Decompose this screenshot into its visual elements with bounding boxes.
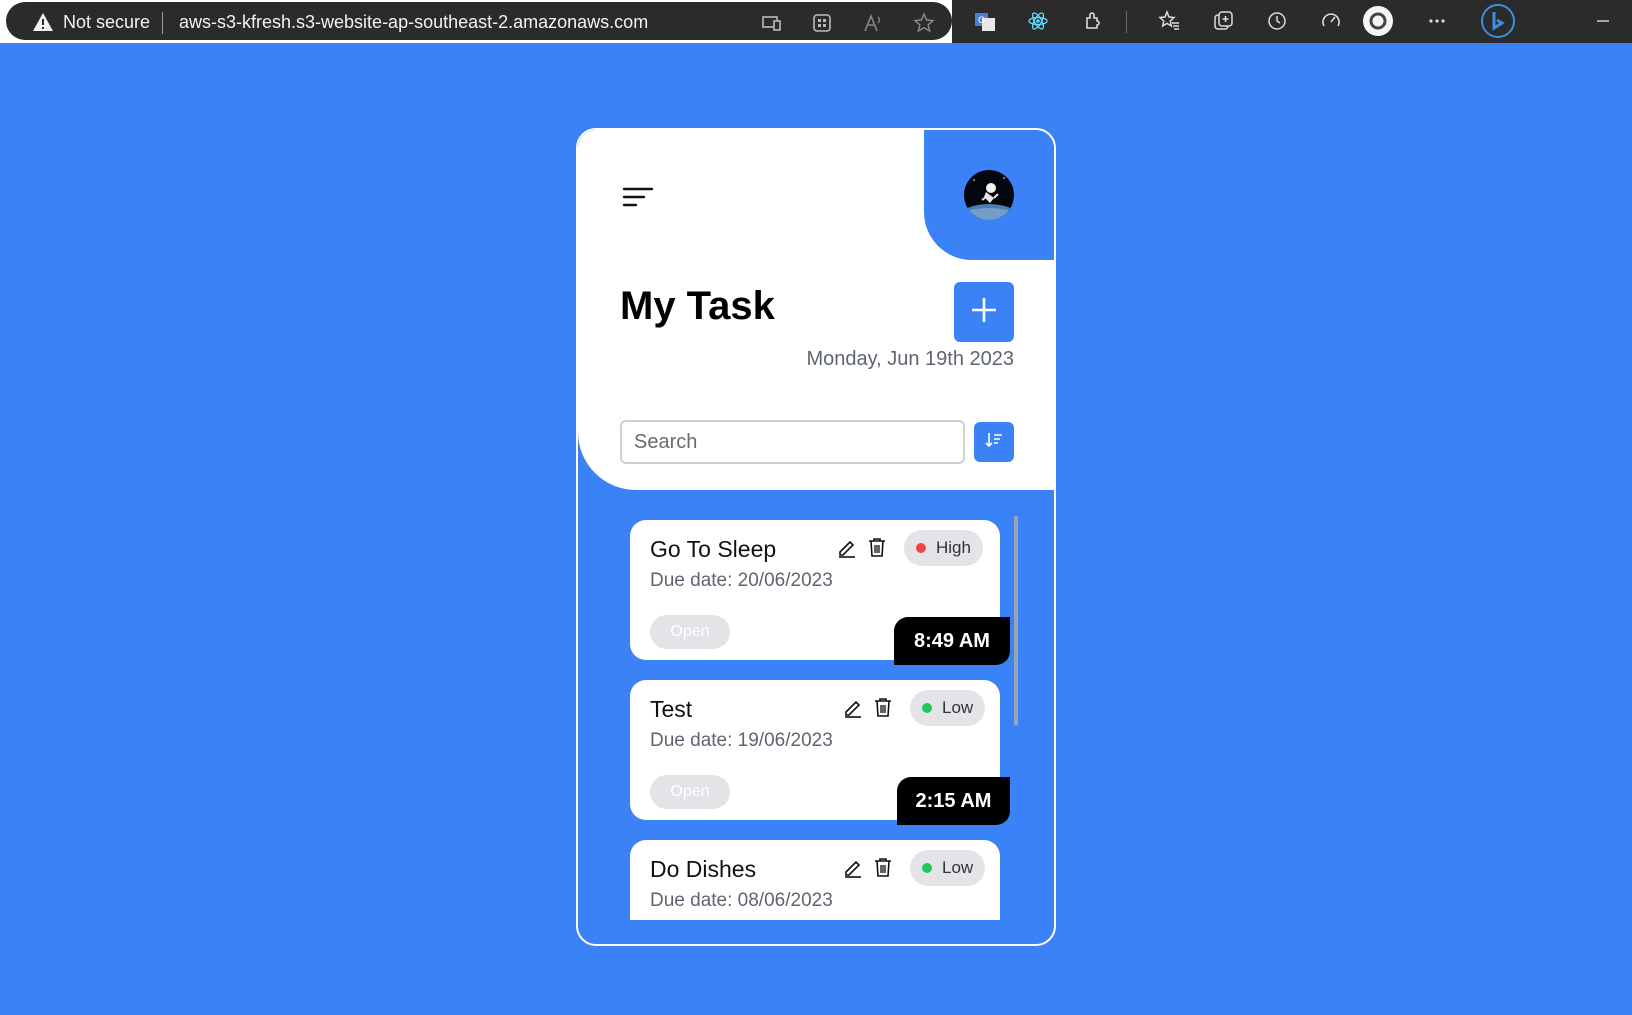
app-available-icon[interactable] [760, 12, 782, 34]
performance-icon[interactable] [1320, 10, 1342, 32]
bing-icon[interactable] [1480, 3, 1516, 39]
current-date: Monday, Jun 19th 2023 [806, 348, 1014, 370]
favorite-star-icon[interactable] [913, 12, 935, 34]
edit-icon[interactable] [842, 696, 864, 718]
task-title: Do Dishes [650, 856, 757, 882]
status-pill[interactable]: Open [650, 615, 730, 649]
plus-icon [969, 295, 999, 330]
address-separator [162, 12, 163, 34]
menu-icon[interactable] [622, 186, 654, 208]
tab-grid-icon[interactable] [811, 12, 833, 34]
toolbar-divider [1126, 11, 1127, 33]
task-due-date: Due date: 20/06/2023 [650, 570, 833, 591]
warning-icon[interactable] [32, 12, 54, 32]
task-list[interactable]: Go To Sleep Due date: 20/06/2023 High Op… [578, 510, 1054, 920]
avatar[interactable] [964, 170, 1014, 220]
priority-label: Low [942, 698, 974, 717]
priority-badge: Low [910, 690, 986, 726]
collections-icon[interactable] [1212, 10, 1234, 32]
more-icon[interactable] [1426, 10, 1448, 32]
time-badge: 8:49 AM [894, 617, 1010, 665]
minimize-icon[interactable] [1592, 10, 1614, 32]
sort-button[interactable] [974, 422, 1014, 462]
task-due-date: Due date: 08/06/2023 [650, 890, 833, 911]
priority-label: High [936, 538, 971, 557]
url-text[interactable]: aws-s3-kfresh.s3-website-ap-southeast-2.… [179, 12, 648, 33]
favorites-icon[interactable] [1158, 10, 1180, 32]
profile-icon[interactable] [1362, 5, 1394, 37]
trash-icon[interactable] [866, 536, 888, 558]
priority-label: Low [942, 858, 974, 877]
priority-badge: High [904, 530, 983, 566]
status-pill[interactable]: Open [650, 775, 730, 809]
react-devtools-icon[interactable] [1027, 10, 1049, 32]
read-aloud-icon[interactable] [862, 12, 884, 34]
search-input[interactable] [620, 420, 965, 464]
trash-icon[interactable] [872, 696, 894, 718]
priority-dot-low [922, 703, 932, 713]
translate-icon[interactable]: G [974, 10, 996, 32]
svg-text:G: G [978, 16, 985, 26]
task-title: Go To Sleep [650, 536, 777, 562]
task-title: Test [650, 696, 693, 722]
security-label[interactable]: Not secure [63, 12, 150, 33]
task-app-card: My Task Monday, Jun 19th 2023 Go To Slee… [576, 128, 1056, 946]
task-card[interactable]: Do Dishes Due date: 08/06/2023 Low [630, 840, 1000, 920]
browser-toolbar: Not secure aws-s3-kfresh.s3-website-ap-s… [0, 0, 1632, 43]
address-bar[interactable]: Not secure aws-s3-kfresh.s3-website-ap-s… [6, 2, 952, 40]
trash-icon[interactable] [872, 856, 894, 878]
add-task-button[interactable] [954, 282, 1014, 342]
edit-icon[interactable] [842, 856, 864, 878]
sort-icon [984, 430, 1004, 455]
history-icon[interactable] [1266, 10, 1288, 32]
task-due-date: Due date: 19/06/2023 [650, 730, 833, 751]
list-scrollbar[interactable] [1014, 516, 1018, 726]
browser-extensions-area: G [952, 0, 1632, 43]
edit-icon[interactable] [836, 536, 858, 558]
priority-badge: Low [910, 850, 986, 886]
priority-dot-low [922, 863, 932, 873]
priority-dot-high [916, 543, 926, 553]
extensions-icon[interactable] [1082, 10, 1104, 32]
page-title: My Task [620, 284, 775, 328]
time-badge: 2:15 AM [897, 777, 1010, 825]
